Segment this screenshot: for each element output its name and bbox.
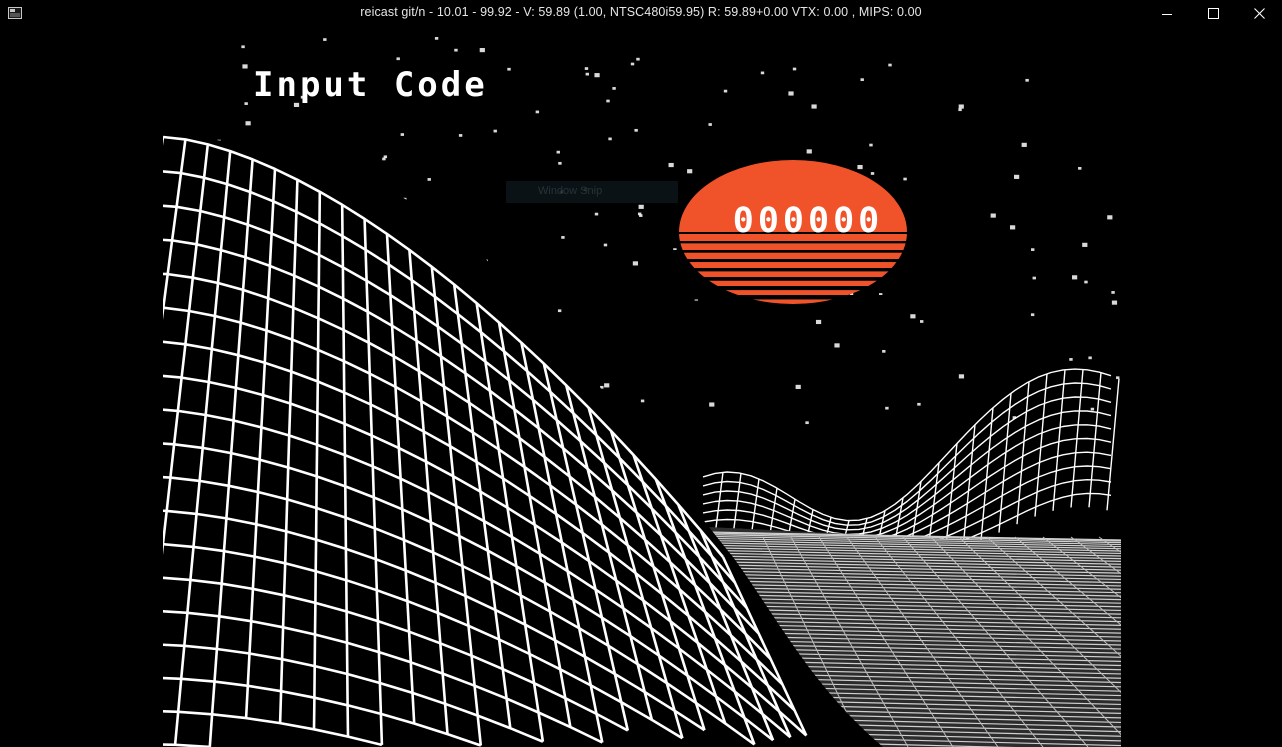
- close-button[interactable]: [1236, 0, 1282, 27]
- close-icon: [1253, 8, 1265, 19]
- input-code-heading: Input Code: [253, 65, 488, 105]
- title-bar[interactable]: reicast git/n - 10.01 - 99.92 - V: 59.89…: [0, 0, 1282, 27]
- game-viewport[interactable]: Window Snip Input Code 000000: [163, 27, 1121, 747]
- window-snip-overlay: Window Snip: [506, 181, 678, 203]
- minimize-icon: [1162, 14, 1172, 15]
- code-value[interactable]: 000000: [688, 201, 928, 241]
- window-title: reicast git/n - 10.01 - 99.92 - V: 59.89…: [360, 5, 922, 19]
- window-snip-label: Window Snip: [538, 185, 603, 197]
- maximize-button[interactable]: [1190, 0, 1236, 27]
- minimize-button[interactable]: [1144, 0, 1190, 27]
- maximize-icon: [1207, 8, 1219, 19]
- wireframe-scene: [163, 37, 1121, 747]
